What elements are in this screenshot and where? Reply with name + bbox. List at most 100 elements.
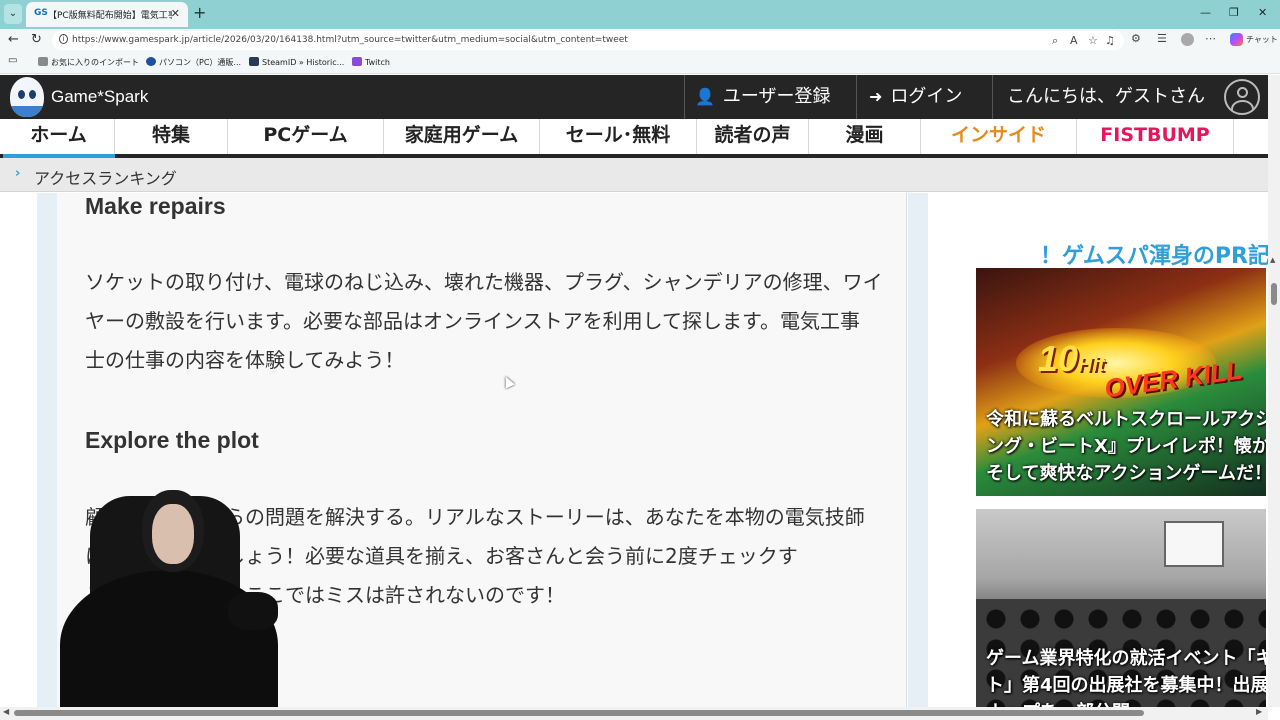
pr-article-card[interactable]: ゲーム業界特化の就活イベント「キ ト」第4回の出展社を募集中！出展 ナップを一部… (976, 509, 1266, 707)
steam-favicon-icon (249, 57, 259, 66)
streamer-face (152, 504, 194, 564)
right-gutter (908, 193, 928, 707)
login-button[interactable]: ➜ ログイン (856, 75, 992, 119)
site-info-icon[interactable]: i (59, 34, 68, 44)
zoom-icon[interactable]: ⌕ (1052, 34, 1058, 48)
greeting-label: こんにちは、ゲストさん (1007, 86, 1205, 107)
caption-line: ト」第4回の出展社を募集中！出展 (986, 675, 1266, 696)
bookmarks-bar: ▭ お気に入りのインポート パソコン（PC）通販... SteamID » Hi… (0, 52, 1280, 74)
bookmark-item[interactable]: お気に入りのインポート (38, 57, 139, 68)
tab-title: 【PC版無料配布開始】電気工事士シ (48, 11, 172, 21)
projector-screen (1164, 521, 1224, 567)
bookmark-label: お気に入りのインポート (51, 58, 139, 67)
scroll-up-arrow-icon[interactable]: ▲ (1270, 256, 1275, 264)
back-arrow-icon[interactable]: ← (8, 32, 19, 47)
pr-article-card[interactable]: 10Hit OVER KILL 令和に蘇るベルトスクロールアクシ ング・ビートX… (976, 268, 1266, 496)
section-heading: Make repairs (85, 193, 226, 219)
nav-item-features[interactable]: 特集 (115, 119, 228, 154)
hit-number: 10 (1038, 338, 1079, 379)
nav-label: PCゲーム (263, 124, 348, 146)
access-ranking-label: アクセスランキング (34, 169, 177, 188)
caption-line: ナップを一部公開 (986, 699, 1266, 707)
vertical-scroll-thumb[interactable] (1271, 283, 1277, 305)
nav-label: 読者の声 (714, 124, 791, 146)
bookmark-label: Twitch (365, 58, 390, 67)
tab-actions-menu-icon[interactable]: ⌄ (4, 4, 22, 24)
nav-label: 特集 (151, 124, 190, 146)
avatar-body (1231, 100, 1254, 113)
browser-tab-active[interactable]: GS 【PC版無料配布開始】電気工事士シ ✕ (26, 2, 188, 27)
notification-bell-icon[interactable]: ♫ (1105, 34, 1115, 47)
horizontal-scroll-thumb[interactable] (14, 710, 1144, 716)
streamer-arm (228, 592, 278, 630)
bookmark-item[interactable]: パソコン（PC）通販... (146, 57, 241, 68)
card-caption: ゲーム業界特化の就活イベント「キ ト」第4回の出展社を募集中！出展 ナップを一部… (986, 645, 1266, 707)
bookmark-item[interactable]: SteamID » Historic... (249, 57, 344, 67)
nav-label: 家庭用ゲーム (404, 124, 519, 146)
site-logo[interactable] (10, 77, 44, 117)
login-label: ログイン (890, 86, 963, 107)
nav-label: インサイド (950, 124, 1046, 146)
favorites-list-icon[interactable]: ☰ (1157, 32, 1167, 45)
bookmarks-menu-icon[interactable]: ▭ (8, 55, 17, 66)
site-name[interactable]: Game*Spark (51, 87, 148, 107)
nav-item-home[interactable]: ホーム (3, 119, 115, 154)
tab-close-icon[interactable]: ✕ (171, 7, 180, 20)
close-window-icon[interactable]: ✕ (1258, 6, 1267, 19)
scroll-right-arrow-icon[interactable]: ▶ (1256, 707, 1262, 716)
nav-label: セール･無料 (565, 124, 671, 146)
paragraph-line: ヤーの敷設を行います。必要な部品はオンラインストアを利用して探します。電気工事 (85, 309, 860, 333)
nav-item-inside[interactable]: インサイド (921, 119, 1077, 154)
nav-label: FISTBUMP (1100, 124, 1210, 146)
vertical-scrollbar[interactable]: ▲ (1268, 75, 1280, 707)
extensions-icon[interactable]: ⚙ (1131, 32, 1141, 45)
paragraph-line: ソケットの取り付け、電球のねじ込み、壊れた機器、プラグ、シャンデリアの修理、ワイ (85, 270, 883, 294)
twitch-favicon-icon (352, 57, 362, 66)
horizontal-scrollbar[interactable]: ◀ ▶ (0, 707, 1268, 720)
section-paragraph: ソケットの取り付け、電球のねじ込み、壊れた機器、プラグ、シャンデリアの修理、ワイ… (85, 263, 885, 380)
logo-eye (18, 90, 25, 99)
nav-item-sale-free[interactable]: セール･無料 (540, 119, 697, 154)
favorite-star-icon[interactable]: ☆ (1088, 34, 1098, 47)
profile-avatar-icon[interactable] (1181, 33, 1194, 46)
paragraph-line: 士の仕事の内容を体験してみよう！ (85, 348, 405, 372)
caption-line: 令和に蘇るベルトスクロールアクシ (986, 409, 1266, 430)
caption-line: そして爽快なアクションゲームだ！ (986, 463, 1266, 484)
caption-line: ング・ビートX』プレイレポ！懐かし (986, 436, 1266, 457)
combo-counter: 10Hit (1038, 338, 1105, 380)
refresh-icon[interactable]: ↻ (31, 32, 42, 47)
pr-articles-heading: ！ゲムスパ渾身のPR記 (1040, 244, 1270, 269)
bookmark-label: パソコン（PC）通販... (159, 58, 242, 67)
more-menu-icon[interactable]: ⋯ (1205, 32, 1216, 45)
nav-label: ホーム (30, 124, 87, 146)
chevron-right-icon: › (15, 166, 21, 181)
nav-item-pc-games[interactable]: PCゲーム (228, 119, 384, 154)
url-field[interactable]: i https://www.gamespark.jp/article/2026/… (52, 31, 1124, 50)
minimize-icon[interactable]: — (1200, 6, 1211, 19)
nav-item-fistbump[interactable]: FISTBUMP (1077, 119, 1234, 154)
address-bar-row: ← ↻ i https://www.gamespark.jp/article/2… (0, 29, 1280, 52)
nav-label: 漫画 (845, 124, 884, 146)
nav-item-reader-voice[interactable]: 読者の声 (697, 119, 809, 154)
main-navigation: ホーム 特集 PCゲーム 家庭用ゲーム セール･無料 読者の声 漫画 インサイド… (0, 119, 1268, 158)
hit-word: Hit (1078, 354, 1105, 376)
folder-icon (38, 57, 48, 66)
register-button[interactable]: 👤 ユーザー登録 (684, 75, 856, 119)
read-aloud-icon[interactable]: A (1070, 34, 1078, 47)
gamespark-favicon-icon: GS (34, 8, 48, 18)
nav-item-manga[interactable]: 漫画 (809, 119, 921, 154)
chat-button[interactable]: チャット (1246, 34, 1278, 45)
pc-shop-favicon-icon (146, 57, 156, 66)
copilot-icon[interactable] (1230, 33, 1243, 46)
add-user-icon: 👤 (695, 87, 715, 106)
webcam-overlay (60, 488, 280, 720)
access-ranking-bar[interactable]: › アクセスランキング (0, 158, 1268, 192)
scroll-left-arrow-icon[interactable]: ◀ (3, 707, 9, 716)
new-tab-button[interactable]: + (193, 4, 206, 22)
avatar-head (1237, 87, 1248, 98)
user-avatar-icon[interactable] (1224, 79, 1260, 115)
register-label: ユーザー登録 (722, 86, 831, 107)
bookmark-item[interactable]: Twitch (352, 57, 390, 67)
restore-icon[interactable]: ❐ (1229, 6, 1239, 19)
nav-item-console-games[interactable]: 家庭用ゲーム (384, 119, 540, 154)
